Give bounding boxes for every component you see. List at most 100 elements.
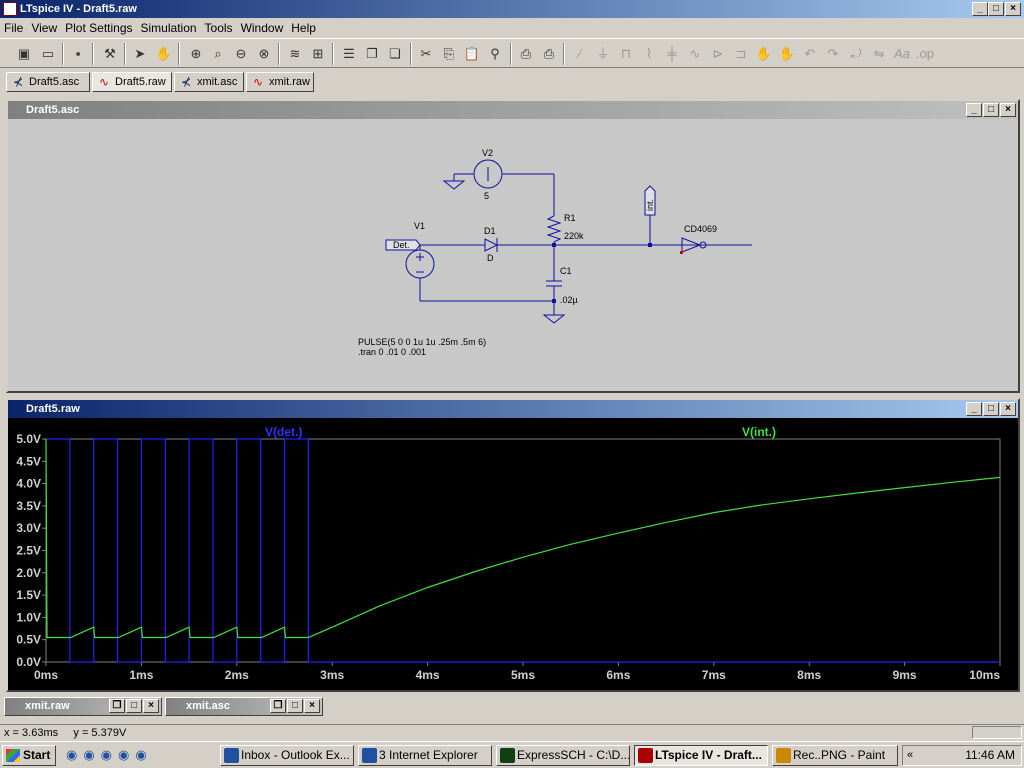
menu-help[interactable]: Help (287, 19, 320, 37)
start-button[interactable]: Start (2, 745, 56, 766)
save-icon[interactable]: ▪ (68, 44, 88, 64)
control-panel-icon[interactable]: ⚒ (100, 44, 120, 64)
r1-resistor[interactable] (546, 212, 562, 245)
d1-diode[interactable] (484, 238, 554, 252)
x-tick-label: 1ms (129, 668, 153, 682)
redo-icon[interactable]: ↷ (823, 44, 843, 64)
pan-icon[interactable]: ⌕ (208, 44, 228, 64)
minimize-button[interactable]: _ (972, 2, 988, 16)
xmit-asc-close-button[interactable]: × (304, 699, 320, 713)
zoom-out-icon[interactable]: ⊖ (231, 44, 251, 64)
task-ltspice[interactable]: LTspice IV - Draft... (634, 745, 768, 766)
x-tick-label: 0ms (34, 668, 58, 682)
drag-icon[interactable]: ✋ (777, 44, 797, 64)
plot-canvas[interactable]: 0.0V 0.5V 1.0V 1.5V 2.0V 2.5V 3.0V 3.5V 4.0V 4.5V… (8, 418, 1018, 690)
inductor-icon[interactable]: ∿ (685, 44, 705, 64)
open-folder-icon[interactable]: ▭ (38, 44, 58, 64)
label-net-icon[interactable]: ⊓ (616, 44, 636, 64)
menu-file[interactable]: File (0, 19, 27, 37)
schematic-close-button[interactable]: × (1000, 103, 1016, 117)
rotate-icon[interactable]: ⤾ (846, 44, 866, 64)
tab-draft5-asc[interactable]: ⊀ Draft5.asc (6, 72, 90, 92)
schematic-canvas[interactable]: V2 5 R1 220k V1 Det. D1 D C1 .02µ int. C… (8, 119, 1018, 391)
print-setup-icon[interactable]: ⎙ (516, 44, 536, 64)
menu-plot-settings[interactable]: Plot Settings (61, 19, 136, 37)
grid-icon[interactable]: ⊞ (308, 44, 328, 64)
task-internet-explorer[interactable]: 3 Internet Explorer (358, 745, 492, 766)
tab-draft5-raw[interactable]: ∿ Draft5.raw (92, 72, 172, 92)
xmit-raw-restore-button[interactable]: ❐ (109, 699, 125, 713)
undo-icon[interactable]: ↶ (800, 44, 820, 64)
capacitor-icon[interactable]: ╪ (662, 44, 682, 64)
ground-icon[interactable]: ⏚ (593, 44, 613, 64)
find-icon[interactable]: ⚲ (485, 44, 505, 64)
wire-icon[interactable]: ∕ (570, 44, 590, 64)
task-outlook[interactable]: Inbox - Outlook Ex... (220, 745, 354, 766)
cascade-icon[interactable]: ❐ (362, 44, 382, 64)
toolbar: ▣ ▭ ▪ ⚒ ➤ ✋ ⊕ ⌕ ⊖ ⊗ ≋ ⊞ ☰ ❐ ❏ ✂ ⎘ 📋 ⚲ ⎙ … (0, 38, 1024, 68)
cut-icon[interactable]: ✂ (416, 44, 436, 64)
tab-xmit-asc[interactable]: ⊀ xmit.asc (174, 72, 244, 92)
print-icon[interactable]: ⎙ (539, 44, 559, 64)
restore-button[interactable]: □ (988, 2, 1004, 16)
zoom-fit-icon[interactable]: ⊗ (254, 44, 274, 64)
task-expresssch[interactable]: ExpressSCH - C:\D... (496, 745, 630, 766)
menu-view[interactable]: View (27, 19, 61, 37)
quick-launch[interactable]: ◉◉◉◉◉ (66, 747, 186, 765)
menu-simulation[interactable]: Simulation (137, 19, 201, 37)
diode-icon[interactable]: ⊳ (708, 44, 728, 64)
minimized-xmit-asc[interactable]: xmit.asc ❐ □ × (165, 697, 323, 716)
schematic-icon: ⊀ (180, 75, 192, 89)
x-tick-label: 5ms (511, 668, 535, 682)
move-icon[interactable]: ✋ (754, 44, 774, 64)
close-button[interactable]: × (1005, 2, 1021, 16)
autorange-icon[interactable]: ≋ (285, 44, 305, 64)
xmit-raw-maximize-button[interactable]: □ (126, 699, 142, 713)
task-paint[interactable]: Rec..PNG - Paint (772, 745, 898, 766)
zoom-in-icon[interactable]: ⊕ (186, 44, 206, 64)
run-icon[interactable]: ➤ (130, 44, 150, 64)
xmit-asc-maximize-button[interactable]: □ (287, 699, 303, 713)
trace-label-vdet[interactable]: V(det.) (265, 425, 302, 439)
schematic-maximize-button[interactable]: □ (983, 103, 999, 117)
windows-logo-icon (6, 749, 20, 762)
menu-bar: File View Plot Settings Simulation Tools Wind… (0, 19, 1024, 37)
plot-close-button[interactable]: × (1000, 402, 1016, 416)
schematic-minimize-button[interactable]: _ (966, 103, 982, 117)
plot-maximize-button[interactable]: □ (983, 402, 999, 416)
resistor-icon[interactable]: ⌇ (639, 44, 659, 64)
new-schematic-icon[interactable]: ▣ (14, 44, 34, 64)
cursor-readout: x = 3.63ms y = 5.379V (4, 727, 127, 739)
pulse-directive[interactable]: PULSE(5 0 0 1u 1u .25m .5m 6) (358, 337, 486, 347)
y-tick-label: 4.0V (16, 477, 41, 491)
paste-icon[interactable]: 📋 (462, 44, 482, 64)
ie-icon (362, 748, 377, 763)
copy-icon[interactable]: ⎘ (439, 44, 459, 64)
halt-icon[interactable]: ✋ (154, 44, 174, 64)
waveform-icon: ∿ (252, 75, 264, 89)
trace-label-vint[interactable]: V(int.) (742, 425, 776, 439)
text-icon[interactable]: Aa (892, 44, 912, 64)
tile-horizontal-icon[interactable]: ☰ (339, 44, 359, 64)
v1-source[interactable] (405, 244, 554, 302)
plot-minimize-button[interactable]: _ (966, 402, 982, 416)
xmit-raw-close-button[interactable]: × (143, 699, 159, 713)
xmit-asc-restore-button[interactable]: ❐ (270, 699, 286, 713)
tran-directive[interactable]: .tran 0 .01 0 .001 (358, 347, 426, 357)
menu-window[interactable]: Window (237, 19, 288, 37)
app-title: LTspice IV - Draft5.raw (20, 3, 137, 15)
mirror-icon[interactable]: ⇋ (869, 44, 889, 64)
menu-tools[interactable]: Tools (201, 19, 237, 37)
tray-expand-icon[interactable]: « (907, 746, 913, 765)
plot-window-title: Draft5.raw _ □ × (8, 400, 1018, 418)
spice-directive-icon[interactable]: .op (915, 44, 935, 64)
tile-vertical-icon[interactable]: ❏ (385, 44, 405, 64)
tab-xmit-raw[interactable]: ∿ xmit.raw (246, 72, 314, 92)
net-int-wire[interactable] (553, 215, 752, 281)
clock[interactable]: 11:46 AM (965, 748, 1015, 762)
schematic-window: Draft5.asc _ □ × V2 5 R1 220k V1 Det. D1… (6, 99, 1020, 393)
det-net-label-text: Det. (393, 240, 410, 250)
component-icon[interactable]: ⊐ (731, 44, 751, 64)
v2-source[interactable] (442, 159, 555, 212)
minimized-xmit-raw[interactable]: xmit.raw ❐ □ × (4, 697, 162, 716)
